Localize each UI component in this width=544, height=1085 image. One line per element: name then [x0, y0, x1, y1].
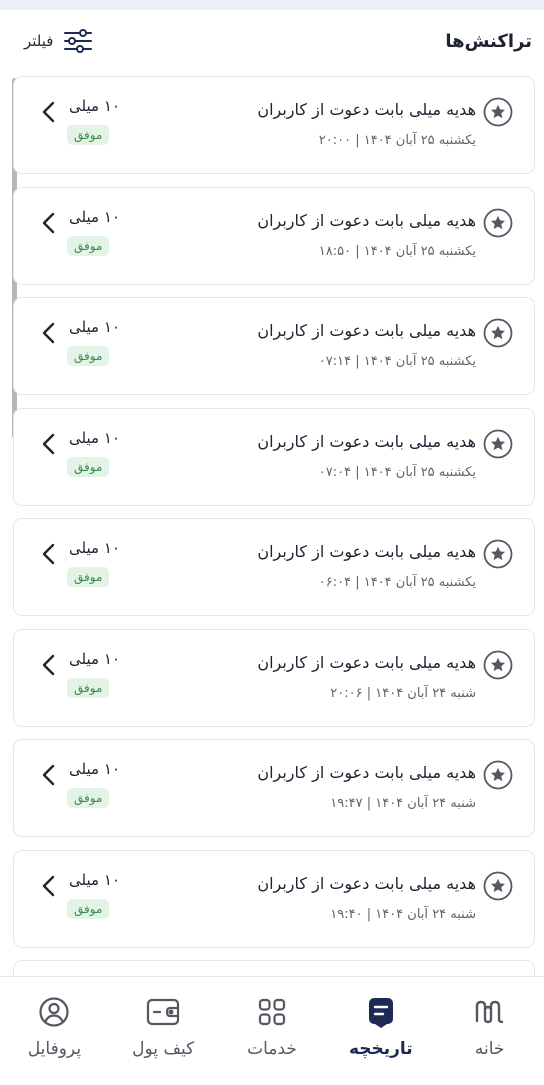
nav-history[interactable]: تاریخچه	[331, 995, 431, 1059]
chevron-left-icon[interactable]	[39, 873, 59, 899]
transaction-amount: ۱۰ میلی	[69, 428, 120, 447]
star-badge-icon	[483, 650, 513, 680]
star-badge-icon	[483, 760, 513, 790]
transaction-amount: ۱۰ میلی	[69, 649, 120, 668]
transaction-title: هدیه میلی بابت دعوت از کاربران	[257, 763, 476, 782]
bottom-navigation: خانه تاریخچه خدمات کیف پول پروفایل	[0, 976, 544, 1085]
transaction-card[interactable]: هدیه میلی بابت دعوت از کاربران یکشنبه ۲۵ …	[13, 297, 535, 395]
list-item-partial[interactable]	[13, 960, 535, 976]
grid-icon	[255, 995, 289, 1029]
transaction-amount: ۱۰ میلی	[69, 207, 120, 226]
transaction-title: هدیه میلی بابت دعوت از کاربران	[257, 873, 476, 893]
transaction-card[interactable]: هدیه میلی بابت دعوت از کاربران یکشنبه ۲۵ …	[13, 186, 535, 285]
transaction-date: شنبه ۲۴ آبان ۱۴۰۴ | ۱۹:۴۰	[330, 906, 476, 922]
page-header: تراکنش‌ها فیلتر	[0, 10, 544, 72]
transaction-title: هدیه میلی بابت دعوت از کاربران	[257, 100, 476, 119]
status-badge: موفق	[67, 235, 110, 256]
transaction-date: یکشنبه ۲۵ آبان ۱۴۰۴ | ۲۰:۰۰	[318, 133, 476, 148]
nav-home[interactable]: خانه	[440, 995, 540, 1059]
status-bar	[0, 0, 544, 10]
transaction-amount: ۱۰ میلی	[69, 870, 120, 889]
chevron-left-icon[interactable]	[39, 762, 59, 788]
status-badge: موفق	[67, 125, 110, 145]
transaction-title: هدیه میلی بابت دعوت از کاربران	[257, 210, 476, 230]
star-badge-icon	[483, 208, 513, 238]
transaction-card[interactable]: هدیه میلی بابت دعوت از کاربران شنبه ۲۴ آب…	[13, 628, 535, 727]
transaction-card[interactable]: هدیه میلی بابت دعوت از کاربران یکشنبه ۲۵ …	[13, 518, 535, 616]
transaction-card[interactable]: هدیه میلی بابت دعوت از کاربران شنبه ۲۴ آب…	[13, 849, 535, 948]
transaction-date: شنبه ۲۴ آبان ۱۴۰۴ | ۱۹:۴۷	[330, 796, 476, 811]
nav-wallet[interactable]: کیف پول	[113, 995, 213, 1059]
transaction-date: یکشنبه ۲۵ آبان ۱۴۰۴ | ۰۷:۱۴	[318, 354, 476, 369]
transaction-amount: ۱۰ میلی	[69, 97, 120, 115]
chevron-left-icon[interactable]	[39, 652, 59, 678]
transaction-date: شنبه ۲۴ آبان ۱۴۰۴ | ۲۰:۰۶	[330, 685, 476, 701]
transaction-amount: ۱۰ میلی	[69, 539, 120, 557]
chevron-left-icon[interactable]	[39, 99, 59, 125]
transaction-card[interactable]: هدیه میلی بابت دعوت از کاربران شنبه ۲۴ آب…	[13, 739, 535, 837]
transaction-amount: ۱۰ میلی	[69, 318, 120, 336]
transaction-title: هدیه میلی بابت دعوت از کاربران	[257, 652, 476, 672]
star-badge-icon	[483, 318, 513, 348]
transaction-title: هدیه میلی بابت دعوت از کاربران	[257, 321, 476, 340]
transaction-title: هدیه میلی بابت دعوت از کاربران	[257, 431, 476, 451]
nav-services[interactable]: خدمات	[222, 995, 322, 1059]
status-badge: موفق	[67, 898, 110, 919]
star-badge-icon	[483, 97, 513, 127]
nav-profile[interactable]: پروفایل	[4, 995, 104, 1059]
status-badge: موفق	[67, 346, 110, 366]
wallet-icon	[146, 995, 180, 1029]
nav-profile-label: پروفایل	[27, 1039, 82, 1059]
status-badge: موفق	[67, 567, 110, 587]
status-badge: موفق	[67, 456, 110, 477]
chevron-left-icon[interactable]	[39, 541, 59, 567]
transaction-date: یکشنبه ۲۵ آبان ۱۴۰۴ | ۰۶:۰۴	[318, 575, 476, 590]
nav-history-label: تاریخچه	[348, 1039, 413, 1059]
nav-wallet-label: کیف پول	[132, 1039, 195, 1059]
status-badge: موفق	[67, 677, 110, 698]
receipt-icon	[364, 995, 398, 1029]
transaction-list[interactable]: هدیه میلی بابت دعوت از کاربران یکشنبه ۲۵ …	[0, 72, 544, 976]
user-circle-icon	[37, 995, 71, 1029]
sliders-icon	[61, 26, 95, 56]
chevron-left-icon[interactable]	[39, 210, 59, 236]
transaction-card[interactable]: هدیه میلی بابت دعوت از کاربران یکشنبه ۲۵ …	[13, 76, 535, 174]
filter-label: فیلتر	[24, 32, 54, 50]
star-badge-icon	[483, 539, 513, 569]
transaction-date: یکشنبه ۲۵ آبان ۱۴۰۴ | ۰۷:۰۴	[318, 464, 476, 480]
status-badge: موفق	[67, 788, 110, 808]
page-title: تراکنش‌ها	[445, 30, 532, 52]
star-badge-icon	[483, 429, 513, 459]
home-logo-icon	[473, 995, 507, 1029]
star-badge-icon	[483, 871, 513, 901]
transaction-card[interactable]: هدیه میلی بابت دعوت از کاربران یکشنبه ۲۵ …	[13, 407, 535, 506]
transaction-title: هدیه میلی بابت دعوت از کاربران	[257, 542, 476, 561]
transaction-amount: ۱۰ میلی	[69, 760, 120, 778]
transaction-date: یکشنبه ۲۵ آبان ۱۴۰۴ | ۱۸:۵۰	[318, 243, 476, 259]
nav-home-label: خانه	[474, 1039, 505, 1059]
chevron-left-icon[interactable]	[39, 320, 59, 346]
filter-button[interactable]: فیلتر	[24, 26, 95, 56]
nav-services-label: خدمات	[247, 1039, 297, 1059]
chevron-left-icon[interactable]	[39, 431, 59, 457]
